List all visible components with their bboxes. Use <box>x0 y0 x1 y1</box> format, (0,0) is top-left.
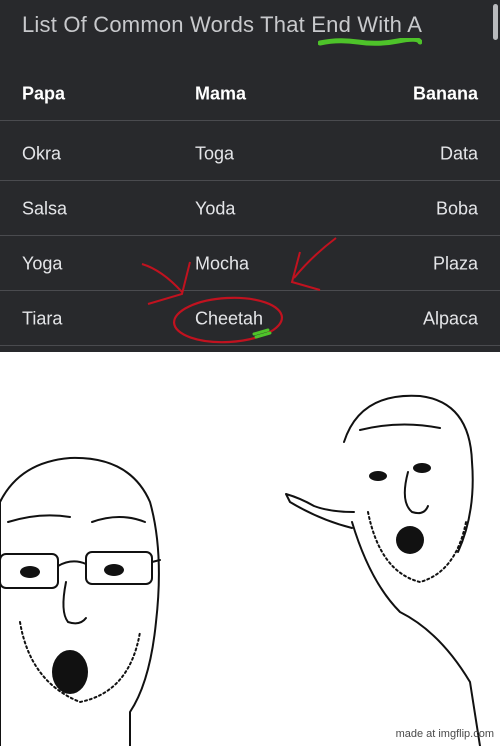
wojak-meme-panel: made at imgflip.com <box>0 352 500 746</box>
right-wojak-arm <box>285 493 355 529</box>
header-cell-banana: Banana <box>412 83 478 103</box>
wojak-drawing <box>0 394 481 746</box>
circled-word-cell: Cheetah <box>195 308 264 328</box>
table-header-row: Papa Mama Banana <box>0 66 500 121</box>
word-cell: Mocha <box>195 253 250 273</box>
right-wojak-eye-right <box>413 463 431 473</box>
word-cell: Yoda <box>195 198 236 218</box>
scrollbar[interactable] <box>493 4 498 40</box>
word-cell: Plaza <box>432 253 478 273</box>
word-cell: Salsa <box>22 198 68 218</box>
table-row: Okra Toga Data <box>0 126 500 181</box>
list-title: List Of Common Words That End With A <box>22 12 423 37</box>
header-cell-mama: Mama <box>195 83 247 103</box>
right-wojak-eye-left <box>369 471 387 481</box>
header-cell-papa: Papa <box>22 83 66 103</box>
right-wojak-body <box>351 521 481 746</box>
left-wojak-nose <box>62 581 87 625</box>
right-wojak-brow <box>359 423 441 431</box>
row-divider <box>0 345 500 346</box>
left-wojak-mouth <box>52 650 88 694</box>
table-row: Tiara Cheetah Alpaca <box>0 291 500 346</box>
left-wojak-eye-right <box>104 564 124 576</box>
imgflip-watermark: made at imgflip.com <box>395 728 494 740</box>
right-wojak-mouth <box>396 526 424 554</box>
table-row: Yoga Mocha Plaza <box>0 236 500 291</box>
right-wojak-nose <box>403 471 429 515</box>
word-list-panel: List Of Common Words That End With A Pap… <box>0 0 500 352</box>
row-divider <box>0 120 500 121</box>
word-cell: Tiara <box>22 308 63 328</box>
green-highlight-underline <box>318 38 422 46</box>
word-cell: Data <box>439 143 478 163</box>
left-wojak-brow <box>7 514 146 523</box>
word-cell: Okra <box>22 143 62 163</box>
left-wojak-eye-left <box>20 566 40 578</box>
word-cell: Yoga <box>22 253 63 273</box>
word-cell: Toga <box>195 143 235 163</box>
word-cell: Boba <box>435 198 478 218</box>
table-row: Salsa Yoda Boba <box>0 181 500 236</box>
word-cell: Alpaca <box>422 308 478 328</box>
